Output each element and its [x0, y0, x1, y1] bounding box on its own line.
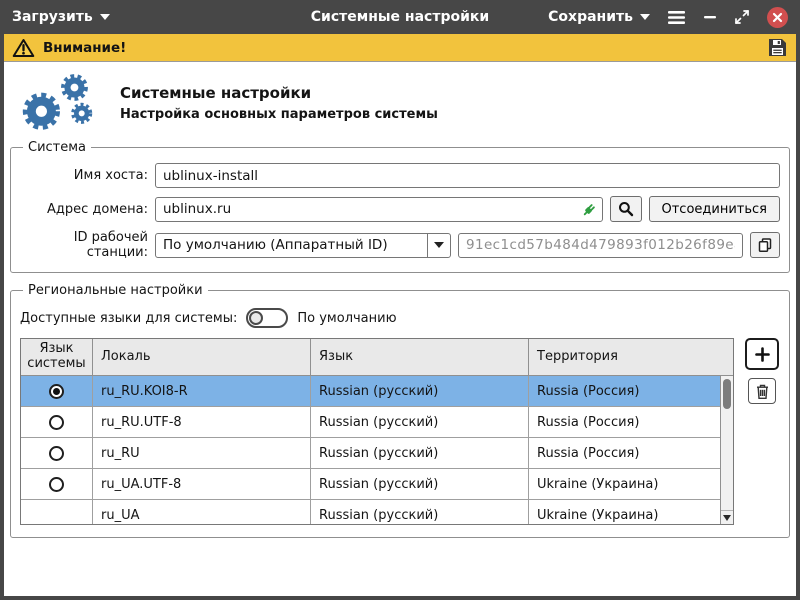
arrow-down-icon	[723, 515, 731, 521]
available-languages-label: Доступные языки для системы:	[20, 311, 237, 326]
hostname-input[interactable]	[155, 163, 780, 188]
locales-table: Язык системы Локаль Язык Территория ru_R…	[20, 338, 734, 525]
cell-language: Russian (русский)	[311, 407, 529, 437]
trash-icon	[755, 383, 770, 400]
cell-locale: ru_UA.UTF-8	[93, 469, 311, 499]
plus-icon	[754, 346, 771, 363]
hostname-row: Имя хоста:	[20, 163, 780, 188]
warning-banner: Внимание!	[4, 34, 796, 62]
floppy-icon	[767, 37, 788, 58]
table-row[interactable]: ru_RU.KOI8-R Russian (русский) Russia (Р…	[21, 376, 733, 407]
copy-id-button[interactable]	[750, 232, 780, 258]
scrollbar-thumb[interactable]	[723, 379, 731, 409]
system-language-radio[interactable]	[49, 477, 64, 492]
system-language-radio[interactable]	[49, 384, 64, 399]
default-language-toggle[interactable]	[246, 308, 288, 328]
cell-locale: ru_RU.KOI8-R	[93, 376, 311, 406]
table-row[interactable]: ru_RU.UTF-8 Russian (русский) Russia (Ро…	[21, 407, 733, 438]
close-button[interactable]	[767, 7, 788, 28]
table-header-row: Язык системы Локаль Язык Территория	[21, 339, 733, 376]
expand-icon	[734, 9, 750, 25]
hamburger-icon	[667, 10, 686, 25]
select-arrow-button[interactable]	[427, 234, 450, 257]
station-id-selected-option: По умолчанию (Аппаратный ID)	[156, 234, 427, 257]
close-icon	[772, 12, 783, 23]
cell-locale: ru_RU	[93, 438, 311, 468]
vertical-scrollbar[interactable]	[720, 376, 733, 524]
table-row[interactable]: ru_UA Russian (русский) Ukraine (Украина…	[21, 500, 733, 524]
scrollbar-down-button[interactable]	[721, 510, 733, 524]
header-territory: Территория	[529, 339, 733, 375]
minimize-button[interactable]	[703, 10, 717, 24]
toggle-state-label: По умолчанию	[297, 311, 396, 326]
cell-language: Russian (русский)	[311, 438, 529, 468]
save-file-button[interactable]	[767, 37, 788, 58]
system-legend: Система	[23, 140, 91, 155]
connected-plug-icon	[581, 201, 598, 218]
save-menu-label: Сохранить	[548, 9, 633, 25]
main-menu-button[interactable]	[667, 10, 686, 25]
page-title: Системные настройки	[120, 84, 438, 102]
window: Загрузить Системные настройки Сохранить	[0, 0, 800, 600]
cell-territory: Ukraine (Украина)	[529, 500, 733, 524]
regional-fieldset: Региональные настройки Доступные языки д…	[10, 283, 790, 538]
warning-icon	[12, 38, 35, 58]
domain-label: Адрес домена:	[20, 202, 148, 217]
page-header-text: Системные настройки Настройка основных п…	[120, 84, 438, 122]
hostname-label: Имя хоста:	[20, 168, 148, 183]
regional-legend: Региональные настройки	[23, 283, 208, 298]
cell-territory: Russia (Россия)	[529, 438, 733, 468]
minimize-icon	[703, 10, 717, 24]
cell-language: Russian (русский)	[311, 500, 529, 524]
load-menu-button[interactable]: Загрузить	[12, 9, 110, 25]
station-id-label: ID рабочей станции:	[20, 230, 148, 260]
warning-text: Внимание!	[43, 40, 126, 56]
toggle-knob	[249, 311, 263, 325]
save-menu-button[interactable]: Сохранить	[548, 9, 650, 25]
station-id-row: ID рабочей станции: По умолчанию (Аппара…	[20, 230, 780, 260]
add-locale-button[interactable]	[745, 338, 779, 370]
cell-territory: Russia (Россия)	[529, 376, 733, 406]
available-languages-row: Доступные языки для системы: По умолчани…	[20, 308, 780, 328]
page-subtitle: Настройка основных параметров системы	[120, 107, 438, 122]
search-domain-button[interactable]	[610, 196, 642, 222]
header-system-language: Язык системы	[21, 339, 93, 375]
gears-icon	[14, 72, 106, 134]
titlebar: Загрузить Системные настройки Сохранить	[0, 0, 800, 34]
caret-down-icon	[100, 14, 110, 20]
domain-input[interactable]	[155, 197, 603, 222]
table-body: ru_RU.KOI8-R Russian (русский) Russia (Р…	[21, 376, 733, 524]
cell-locale: ru_RU.UTF-8	[93, 407, 311, 437]
maximize-button[interactable]	[734, 9, 750, 25]
header-locale: Локаль	[93, 339, 311, 375]
copy-icon	[757, 237, 773, 253]
header-language: Язык	[311, 339, 529, 375]
table-row[interactable]: ru_UA.UTF-8 Russian (русский) Ukraine (У…	[21, 469, 733, 500]
load-menu-label: Загрузить	[12, 9, 93, 25]
domain-row: Адрес домена: Отсоединиться	[20, 196, 780, 222]
cell-language: Russian (русский)	[311, 376, 529, 406]
station-id-value-field	[458, 233, 743, 258]
cell-territory: Russia (Россия)	[529, 407, 733, 437]
caret-down-icon	[640, 14, 650, 20]
table-actions	[744, 338, 780, 404]
page-header: Системные настройки Настройка основных п…	[4, 62, 796, 140]
cell-language: Russian (русский)	[311, 469, 529, 499]
delete-locale-button[interactable]	[748, 378, 776, 404]
table-row[interactable]: ru_RU Russian (русский) Russia (Россия)	[21, 438, 733, 469]
disconnect-button[interactable]: Отсоединиться	[649, 196, 781, 222]
system-fieldset: Система Имя хоста: Адрес домена:	[10, 140, 790, 273]
cell-locale: ru_UA	[93, 500, 311, 524]
magnifier-icon	[618, 201, 634, 217]
locales-table-zone: Язык системы Локаль Язык Территория ru_R…	[20, 338, 780, 533]
system-language-radio[interactable]	[49, 446, 64, 461]
cell-territory: Ukraine (Украина)	[529, 469, 733, 499]
station-id-select[interactable]: По умолчанию (Аппаратный ID)	[155, 233, 451, 258]
chevron-down-icon	[434, 242, 444, 248]
system-language-radio[interactable]	[49, 415, 64, 430]
